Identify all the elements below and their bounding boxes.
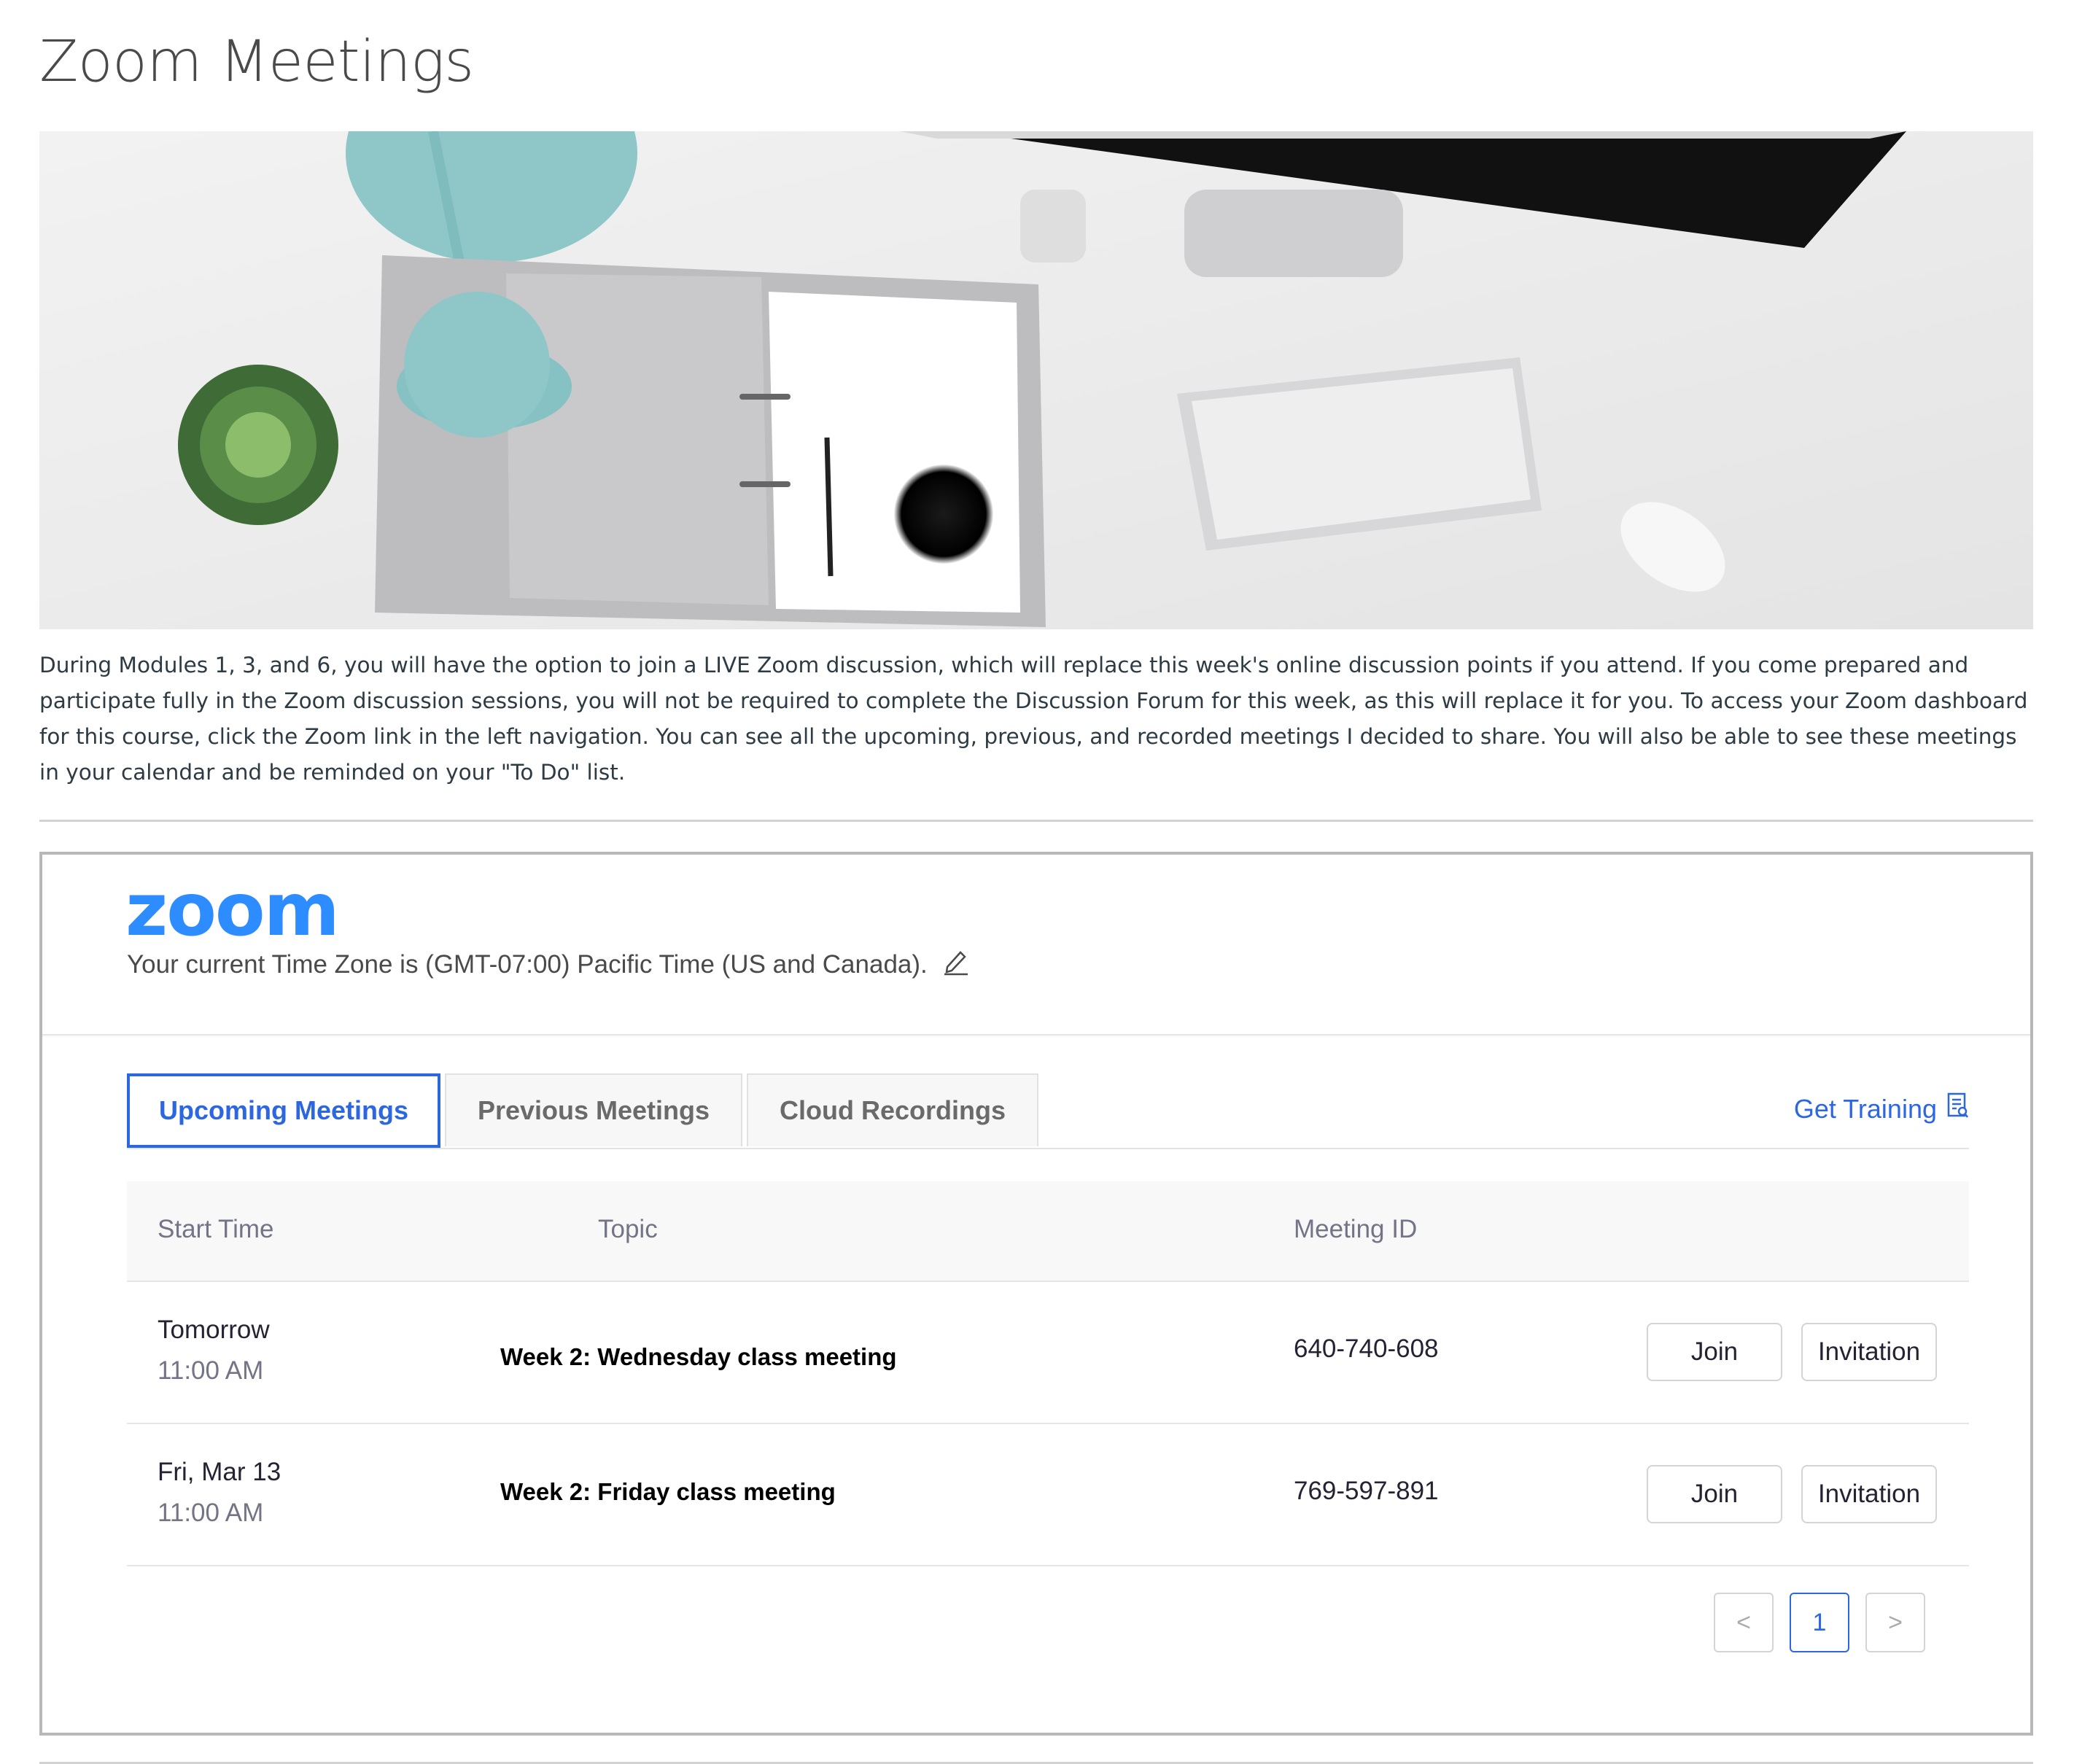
timezone-text: Your current Time Zone is (GMT-07:00) Pa… [127,948,969,982]
next-page-button[interactable]: > [1865,1593,1925,1652]
meeting-topic[interactable]: Week 2: Friday class meeting [500,1478,836,1506]
table-row: Fri, Mar 13 11:00 AM Week 2: Friday clas… [127,1424,1969,1566]
tab-previous-meetings[interactable]: Previous Meetings [445,1073,742,1146]
pencil-icon[interactable] [943,948,969,982]
meeting-id: 769-597-891 [1294,1477,1439,1505]
get-training-label: Get Training [1793,1093,1937,1124]
meeting-time: 11:00 AM [158,1356,264,1385]
meeting-time: 11:00 AM [158,1499,264,1527]
column-meeting-id: Meeting ID [1294,1215,1418,1243]
meeting-day: Fri, Mar 13 [158,1458,281,1486]
tab-upcoming-meetings[interactable]: Upcoming Meetings [127,1073,440,1148]
table-row: Tomorrow 11:00 AM Week 2: Wednesday clas… [127,1282,1969,1424]
tab-cloud-recordings[interactable]: Cloud Recordings [747,1073,1038,1146]
join-button[interactable]: Join [1647,1465,1782,1523]
meetings-table: Start Time Topic Meeting ID Tomorrow 11:… [127,1181,1969,1566]
document-icon [1947,1092,1969,1125]
table-header: Start Time Topic Meeting ID [127,1181,1969,1282]
meeting-id: 640-740-608 [1294,1334,1439,1363]
page-1-button[interactable]: 1 [1790,1593,1849,1652]
zoom-logo: zoom [125,867,340,952]
invitation-button[interactable]: Invitation [1801,1323,1937,1381]
meeting-tabs: Upcoming Meetings Previous Meetings Clou… [127,1073,1969,1149]
prev-page-button[interactable]: < [1714,1593,1774,1652]
zoom-header: zoom Your current Time Zone is (GMT-07:0… [42,855,2030,1036]
hero-banner-image [39,131,2033,629]
meeting-day: Tomorrow [158,1316,270,1344]
column-start-time: Start Time [158,1215,274,1243]
intro-paragraph: During Modules 1, 3, and 6, you will hav… [39,653,2028,785]
page-title: Zoom Meetings [39,29,474,95]
zoom-embed: zoom Your current Time Zone is (GMT-07:0… [39,852,2033,1736]
join-button[interactable]: Join [1647,1323,1782,1381]
divider [39,820,2033,822]
get-training-link[interactable]: Get Training [1794,1092,1969,1125]
column-topic: Topic [598,1215,658,1243]
invitation-button[interactable]: Invitation [1801,1465,1937,1523]
meeting-topic[interactable]: Week 2: Wednesday class meeting [500,1343,897,1371]
timezone-label: Your current Time Zone is (GMT-07:00) Pa… [127,950,928,979]
